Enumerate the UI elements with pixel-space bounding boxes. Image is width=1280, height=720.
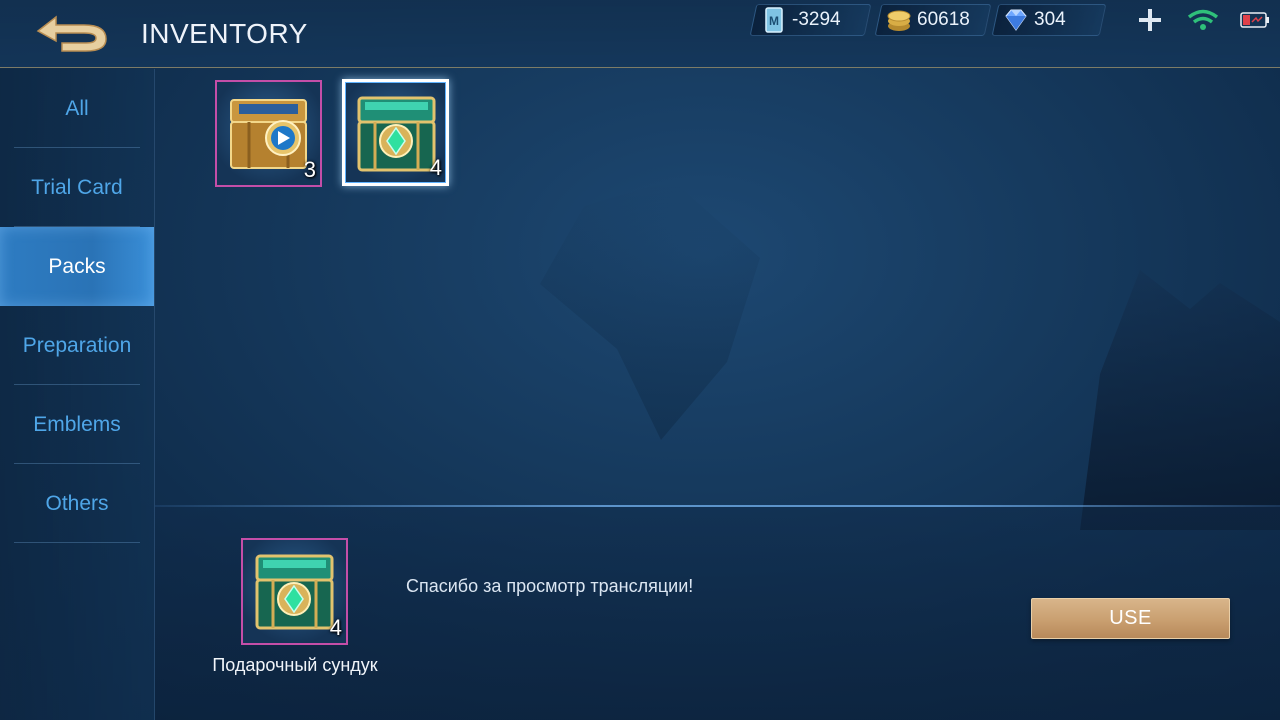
sidebar-item-label: Others	[45, 491, 109, 515]
detail-item-name: Подарочный сундук	[212, 655, 378, 675]
ticket-icon: M	[765, 7, 783, 33]
detail-item-description: Спасибо за просмотр трансляции!	[406, 576, 694, 596]
sidebar-item-trial-card[interactable]: Trial Card	[0, 148, 154, 227]
sidebar-item-all[interactable]: All	[0, 69, 154, 148]
battle-points-value: 60618	[917, 9, 970, 30]
detail-item-icon-slot: 4	[241, 538, 348, 645]
back-arrow-icon	[36, 15, 107, 52]
sidebar-item-label: All	[65, 96, 89, 120]
background-rock	[540, 180, 760, 440]
plus-icon	[1139, 9, 1161, 31]
ticket-value: -3294	[792, 9, 841, 30]
inventory-item-slot-selected[interactable]: 4	[342, 79, 449, 186]
diamond-icon	[1005, 9, 1027, 31]
diamonds-counter[interactable]: 304	[991, 4, 1107, 36]
ticket-counter[interactable]: M -3294	[749, 4, 872, 36]
add-currency-button[interactable]	[1134, 6, 1166, 34]
detail-item-count: 4	[329, 615, 342, 640]
sidebar-item-label: Preparation	[22, 333, 132, 357]
svg-text:M: M	[769, 14, 779, 28]
green-gem-chest-icon	[255, 554, 334, 630]
page-title: INVENTORY	[141, 18, 308, 49]
item-count: 3	[303, 157, 316, 182]
sidebar-item-emblems[interactable]: Emblems	[0, 385, 154, 464]
sidebar-item-others[interactable]: Others	[0, 464, 154, 543]
sidebar-item-preparation[interactable]: Preparation	[0, 306, 154, 385]
coins-icon	[887, 10, 911, 31]
background-crystal-rock	[1080, 270, 1280, 530]
sidebar-item-label: Trial Card	[31, 175, 123, 199]
top-bar: INVENTORY M -3294 60618 304	[0, 0, 1280, 68]
wifi-icon	[1187, 9, 1219, 30]
sidebar-item-packs[interactable]: Packs	[0, 227, 154, 306]
battery-icon	[1240, 12, 1269, 28]
item-count: 4	[429, 155, 442, 180]
inventory-item-slot[interactable]: 3	[215, 80, 322, 187]
diamonds-value: 304	[1034, 9, 1066, 30]
gold-chest-play-icon	[230, 99, 307, 169]
category-sidebar: All Trial Card Packs Preparation Emblems…	[0, 69, 155, 720]
battle-points-counter[interactable]: 60618	[874, 4, 992, 36]
sidebar-item-label: Emblems	[33, 412, 121, 436]
back-button[interactable]	[30, 10, 114, 56]
use-button[interactable]: USE	[1031, 598, 1230, 639]
sidebar-item-label: Packs	[48, 254, 106, 278]
